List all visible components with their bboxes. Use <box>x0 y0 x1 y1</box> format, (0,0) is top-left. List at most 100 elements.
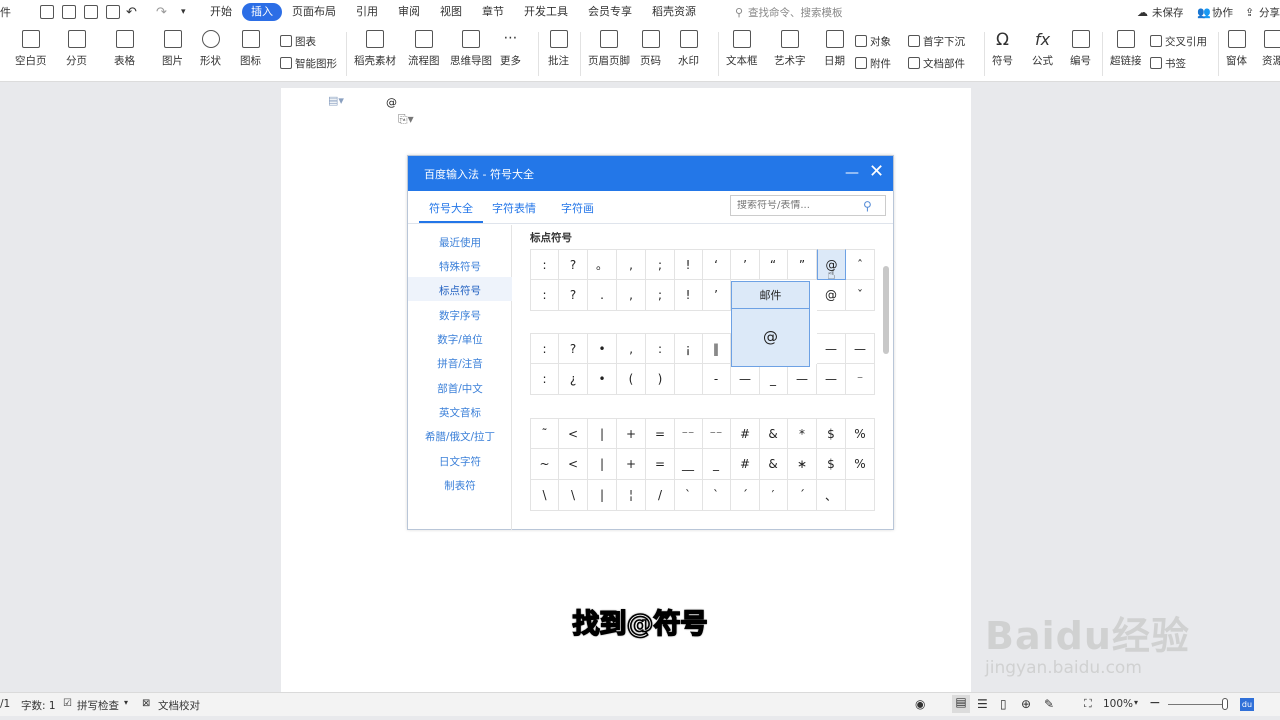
docer-material-button[interactable]: 稻壳素材 <box>354 30 396 78</box>
tab-member[interactable]: 会员专享 <box>578 3 642 21</box>
dialog-scrollbar[interactable] <box>883 266 889 354</box>
page-break-button[interactable]: 分页 <box>66 30 87 78</box>
symbol-cell[interactable]: — <box>846 333 875 364</box>
unsaved-status[interactable]: 未保存 <box>1152 5 1184 20</box>
symbol-cell[interactable]: _ <box>759 364 788 395</box>
resource-button[interactable]: 资源 <box>1262 30 1280 78</box>
symbol-cell[interactable]: — <box>817 364 846 395</box>
symbol-cell[interactable]: ′ <box>759 480 788 511</box>
symbol-cell[interactable]: ¡ <box>674 333 703 364</box>
close-icon[interactable]: ✕ <box>869 161 884 182</box>
symbol-cell[interactable]: < <box>559 449 588 480</box>
form-button[interactable]: 窗体 <box>1226 30 1247 78</box>
symbol-cell[interactable]: ; <box>646 280 675 311</box>
nav-recent[interactable]: 最近使用 <box>408 235 512 250</box>
tab-view[interactable]: 视图 <box>430 3 472 21</box>
symbol-cell[interactable]: ‖ <box>702 333 731 364</box>
symbol-cell[interactable]: ? <box>559 280 588 311</box>
undo-icon[interactable]: ↶ <box>126 5 137 20</box>
tab-page-layout[interactable]: 页面布局 <box>282 3 346 21</box>
redo-icon[interactable]: ↷ <box>156 5 167 20</box>
doc-check[interactable]: 文档校对 <box>158 698 200 713</box>
eye-protection-icon[interactable]: ◉ <box>915 697 925 711</box>
zoom-level[interactable]: 100% <box>1103 698 1133 710</box>
formula-button[interactable]: fx 公式 <box>1032 30 1053 78</box>
symbol-cell[interactable]: , <box>617 249 646 280</box>
symbol-cell[interactable]: ¿ <box>559 364 588 395</box>
fit-page-icon[interactable]: ⛶ <box>1084 697 1092 711</box>
symbol-cell[interactable]: + <box>617 418 646 449</box>
symbol-cell[interactable]: ⁻⁻ <box>674 418 703 449</box>
spell-dropdown-icon[interactable]: ▾ <box>124 698 128 707</box>
cross-ref-button[interactable]: 交叉引用 <box>1150 32 1207 50</box>
symbol-cell[interactable]: | <box>588 449 617 480</box>
nav-number-unit[interactable]: 数字/单位 <box>408 332 512 347</box>
collab-button[interactable]: 协作 <box>1212 5 1233 20</box>
textbox-button[interactable]: 文本框 <box>726 30 758 78</box>
symbol-cell[interactable]: ) <box>646 364 675 395</box>
drop-cap-button[interactable]: 首字下沉 <box>908 32 965 50</box>
symbol-cell[interactable]: 、 <box>817 480 846 511</box>
nav-pinyin[interactable]: 拼音/注音 <box>408 356 512 371</box>
customize-icon[interactable]: ▾ <box>181 7 186 17</box>
outline-view-icon[interactable]: ☰ <box>977 697 988 711</box>
tab-review[interactable]: 审阅 <box>388 3 430 21</box>
symbol-cell[interactable]: & <box>759 418 788 449</box>
symbol-cell[interactable]: # <box>731 418 760 449</box>
icon-button[interactable]: 图标 <box>240 30 261 78</box>
word-count[interactable]: 字数: 1 <box>21 698 56 713</box>
symbol-cell[interactable]: : <box>530 249 559 280</box>
symbol-cell[interactable]: ⁻⁻ <box>702 418 731 449</box>
print-preview-icon[interactable] <box>106 5 120 19</box>
date-button[interactable]: 日期 <box>824 30 845 78</box>
doc-parts-button[interactable]: 文档部件 <box>908 54 965 72</box>
symbol-cell[interactable]: — <box>788 364 817 395</box>
symbol-cell[interactable]: = <box>646 418 675 449</box>
symbol-cell[interactable]: : <box>530 280 559 311</box>
nav-japanese[interactable]: 日文字符 <box>408 454 512 469</box>
symbol-cell[interactable]: % <box>846 418 875 449</box>
symbol-cell[interactable]: . <box>588 280 617 311</box>
symbol-button[interactable]: Ω 符号 <box>992 30 1013 78</box>
numbering-button[interactable]: 编号 <box>1070 30 1091 78</box>
symbol-cell[interactable]: < <box>559 418 588 449</box>
command-search[interactable]: 查找命令、搜索模板 <box>748 5 843 20</box>
write-mode-icon[interactable]: ✎ <box>1044 697 1054 711</box>
symbol-cell[interactable]: ⁻ <box>846 364 875 395</box>
zoom-dropdown-icon[interactable]: ▾ <box>1134 698 1138 707</box>
zoom-out-icon[interactable]: − <box>1149 695 1161 711</box>
symbol-cell[interactable]: ˊ <box>788 480 817 511</box>
symbol-cell[interactable]: = <box>646 449 675 480</box>
symbol-cell[interactable]: / <box>646 480 675 511</box>
tab-references[interactable]: 引用 <box>346 3 388 21</box>
shape-button[interactable]: 形状 <box>200 30 221 78</box>
symbol-cell[interactable]: ; <box>646 249 675 280</box>
symbol-cell[interactable]: ( <box>617 364 646 395</box>
doc-check-icon[interactable]: ⊠ <box>142 698 150 709</box>
symbol-cell[interactable]: • <box>588 364 617 395</box>
document-text[interactable]: @ <box>386 96 397 109</box>
symbol-cell[interactable]: ˇ <box>846 280 875 311</box>
web-view-icon[interactable]: ⊕ <box>1021 697 1031 711</box>
symbol-cell[interactable]: ‚ <box>617 333 646 364</box>
symbol-cell[interactable]: ~ <box>530 449 559 480</box>
attachment-button[interactable]: 附件 <box>855 54 891 72</box>
menu-partial-file[interactable]: 件 <box>0 4 11 20</box>
zoom-slider-handle[interactable] <box>1222 698 1228 710</box>
nav-punctuation[interactable]: 标点符号 <box>408 283 512 298</box>
mindmap-button[interactable]: 思维导图 <box>450 30 492 78</box>
nav-phonetic[interactable]: 英文音标 <box>408 405 512 420</box>
symbol-cell[interactable]: 。 <box>588 249 617 280</box>
symbol-cell[interactable] <box>674 364 703 395</box>
tab-developer[interactable]: 开发工具 <box>514 3 578 21</box>
save-icon[interactable] <box>40 5 54 19</box>
symbol-cell[interactable]: ˜ <box>530 418 559 449</box>
nav-box-drawing[interactable]: 制表符 <box>408 478 512 493</box>
symbol-cell[interactable]: _ <box>702 449 731 480</box>
symbol-cell[interactable]: ? <box>559 333 588 364</box>
smart-art-button[interactable]: 智能图形 <box>280 54 337 72</box>
nav-greek-russian-latin[interactable]: 希腊/俄文/拉丁 <box>408 429 512 444</box>
nav-number-index[interactable]: 数字序号 <box>408 308 512 323</box>
nav-radicals[interactable]: 部首/中文 <box>408 381 512 396</box>
blank-page-button[interactable]: 空白页 <box>15 30 47 78</box>
